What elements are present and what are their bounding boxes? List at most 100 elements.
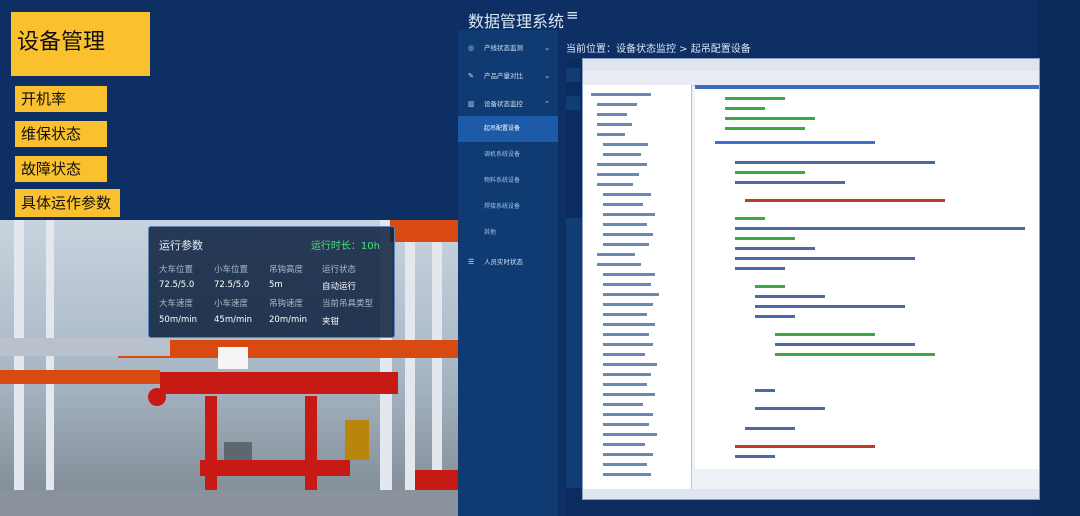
system-title: 数据管理系统 [468,12,565,31]
code-line [725,127,805,130]
breadcrumb: 当前位置：设备状态监控 > 起吊配置设备 [566,44,751,55]
sidebar-item-line-status[interactable]: ◎ 产线状态监测 ⌄ [458,34,558,62]
code-line [755,407,825,410]
param-label: 大车速度 [159,299,194,309]
motor-unit [224,442,252,460]
tree-line [603,403,643,406]
submenu-item-tuning[interactable]: 调机系统设备 [458,142,558,168]
code-line [735,445,875,448]
code-line [745,427,795,430]
menu-tag-maintenance[interactable]: 维保状态 [15,121,107,147]
scene-column [405,220,415,516]
code-area [695,89,1039,469]
bar-chart-icon: ▥ [468,100,475,108]
list-icon: ☰ [468,258,475,266]
param-value: 自动运行 [322,282,357,292]
code-line [735,247,815,250]
tree-line [603,423,649,426]
chevron-down-icon: ⌄ [544,44,550,52]
code-line [725,117,815,120]
tree-line [603,293,659,296]
param-value: 夹钳 [322,317,340,327]
steel-plate [0,338,170,356]
code-line [755,305,905,308]
tree-line [603,333,649,336]
page-title: 设备管理 [11,12,150,76]
target-icon: ◎ [468,44,475,52]
tree-line [603,223,647,226]
code-line [735,227,1025,230]
hamburger-icon[interactable]: ≡ [566,6,579,24]
tree-line [603,243,649,246]
param-label: 大车位置 [159,265,194,275]
param-value: 45m/min [214,315,252,325]
tree-line [603,383,647,386]
content-stub [566,68,580,82]
tree-line [603,313,647,316]
code-line [755,389,775,392]
tree-line [603,143,648,146]
code-line [755,295,825,298]
pulley [148,388,166,406]
param-label: 吊钩速度 [269,299,304,309]
code-line [735,455,775,458]
param-label: 当前吊具类型 [322,299,374,309]
param-label: 吊钩高度 [269,265,304,275]
code-line [755,285,785,288]
equipment-management-panel: 设备管理 开机率 维保状态 故障状态 具体运作参数 运行参数 运行时长：10h … [0,0,458,516]
code-line [725,107,765,110]
param-label: 小车位置 [214,265,249,275]
tree-line [603,353,645,356]
sidebar: ◎ 产线状态监测 ⌄ ✎ 产品产量对比 ⌄ ▥ 设备状态监控 ⌃ 起吊配置设备 … [458,30,558,516]
menu-tag-uptime[interactable]: 开机率 [15,86,107,112]
code-line [735,161,935,164]
tree-line [603,443,645,446]
params-title: 运行参数 [159,239,203,252]
tree-line [603,193,651,196]
menu-tag-operating-params[interactable]: 具体运作参数 [15,189,120,217]
tree-line [597,163,647,166]
sidebar-item-production[interactable]: ✎ 产品产量对比 ⌄ [458,62,558,90]
sidebar-item-label: 人员实时状态 [484,258,523,266]
submenu-item-welding[interactable]: 焊接系统设备 [458,194,558,220]
tree-line [597,173,639,176]
sidebar-item-personnel[interactable]: ☰ 人员实时状态 [458,248,558,276]
tree-line [603,323,655,326]
tree-line [603,363,657,366]
crane-beam [390,220,458,242]
editor-statusbar [583,489,1039,499]
yellow-machine [345,420,369,460]
lifter-arm [305,396,317,492]
content-stub [566,96,580,110]
code-editor-window [582,58,1040,500]
editor-toolbar [583,71,1039,86]
code-line [755,315,795,318]
tree-line [597,263,641,266]
code-line [715,141,875,144]
tree-line [597,113,627,116]
sidebar-item-label: 产线状态监测 [484,44,523,52]
scene-column [46,220,54,516]
code-line [735,237,795,240]
tree-line [603,473,651,476]
param-label: 运行状态 [322,265,357,275]
tree-line [603,283,651,286]
sidebar-item-equipment-monitor[interactable]: ▥ 设备状态监控 ⌃ [458,90,558,118]
sidebar-item-label: 设备状态监控 [484,100,523,108]
submenu-item-material[interactable]: 物料系统设备 [458,168,558,194]
submenu-item-other[interactable]: 其他 [458,220,558,246]
param-value: 5m [269,280,283,290]
menu-tag-fault[interactable]: 故障状态 [15,156,107,182]
tree-line [597,183,633,186]
tree-line [603,213,655,216]
tree-line [603,373,651,376]
tree-line [603,203,643,206]
lifter-arm [205,396,217,492]
tree-line [597,123,632,126]
tree-line [603,153,641,156]
tree-line [597,133,625,136]
tree-line [603,303,653,306]
chevron-up-icon: ⌃ [544,100,550,108]
submenu-item-lifting[interactable]: 起吊配置设备 [458,116,558,142]
code-line [775,343,915,346]
